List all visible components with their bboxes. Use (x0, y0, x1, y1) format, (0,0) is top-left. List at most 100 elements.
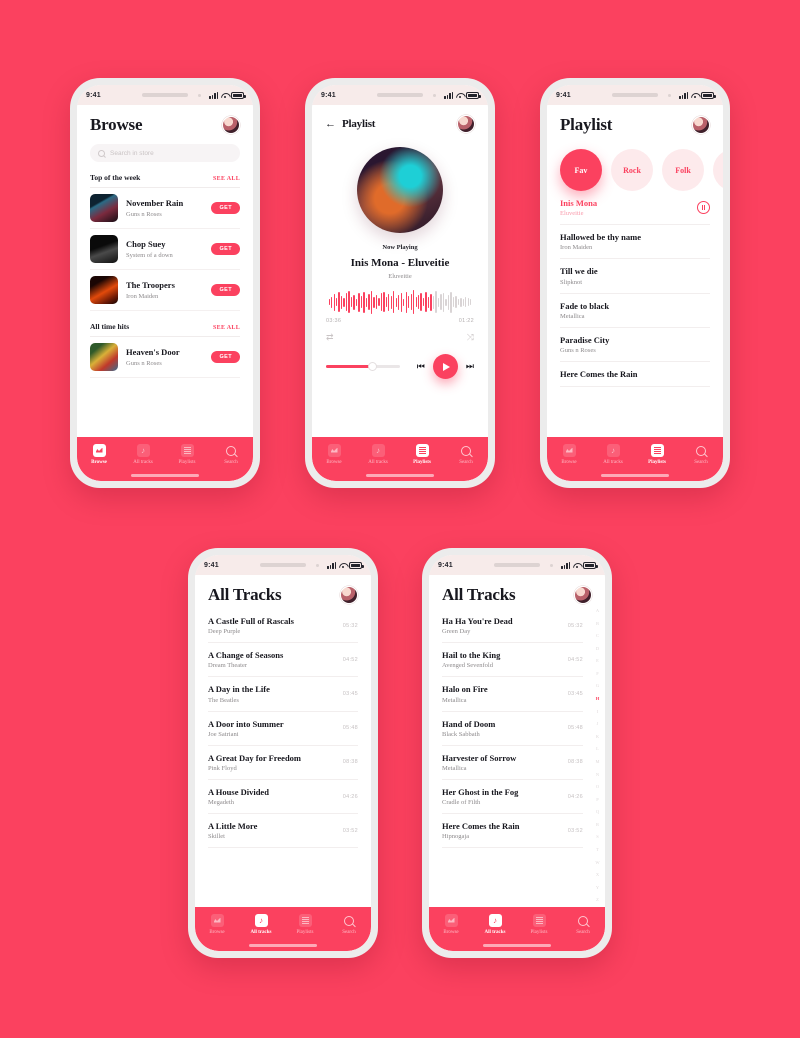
alphabet-index-letter[interactable]: Y (596, 885, 599, 891)
alphabet-index-letter[interactable]: E (596, 659, 599, 664)
tab-browse[interactable]: Browse (547, 444, 591, 465)
track-row[interactable]: Chop Suey System of a down GET (90, 229, 240, 270)
track-row[interactable]: The Troopers Iron Maiden GET (90, 270, 240, 311)
alphabet-index-letter[interactable]: G (596, 684, 599, 689)
alphabet-index-letter[interactable]: N (596, 772, 599, 778)
track-row[interactable]: A Day in the Life The Beatles 03:45 (208, 677, 358, 712)
music-note-icon: ♪ (488, 914, 502, 927)
category-chip-rock[interactable]: Rock (611, 149, 653, 191)
avatar[interactable] (457, 115, 475, 133)
tab-search[interactable]: Search (561, 914, 605, 935)
shuffle-icon[interactable]: ⤨ (467, 333, 474, 342)
tab-browse[interactable]: Browse (195, 914, 239, 935)
avatar[interactable] (340, 586, 358, 604)
avatar[interactable] (692, 116, 710, 134)
waveform-seekbar[interactable] (325, 290, 475, 314)
back-arrow-icon[interactable]: ← (325, 118, 336, 130)
avatar[interactable] (222, 116, 240, 134)
track-row[interactable]: Halo on Fire Metallica 03:45 (442, 677, 583, 712)
category-chip-fav[interactable]: Fav (560, 149, 602, 191)
alphabet-index-letter[interactable]: J (597, 722, 599, 727)
next-icon[interactable]: ⏭ (466, 362, 474, 371)
avatar[interactable] (574, 586, 592, 604)
see-all-link[interactable]: SEE ALL (213, 325, 240, 331)
alphabet-index-letter[interactable]: Q (596, 810, 599, 815)
previous-icon[interactable]: ⏮ (417, 362, 425, 371)
playlist-row[interactable]: Fade to black Metallica (560, 294, 710, 328)
alphabet-index-letter[interactable]: P (596, 797, 599, 803)
tab-playlists[interactable]: Playlists (635, 444, 679, 465)
track-row[interactable]: A Little More Skillet 03:52 (208, 814, 358, 849)
alphabet-index-letter[interactable]: I (597, 709, 599, 715)
alphabet-index-letter[interactable]: L (596, 747, 599, 752)
tab-search[interactable]: Search (327, 914, 371, 935)
tab-all-tracks[interactable]: ♪ All tracks (356, 444, 400, 465)
playlist-header: Playlist (547, 105, 723, 139)
alphabet-index-letter[interactable]: H (596, 697, 600, 702)
waveform-bar (442, 292, 445, 312)
tab-search[interactable]: Search (209, 444, 253, 465)
track-duration: 04:52 (342, 656, 358, 663)
get-button[interactable]: GET (211, 351, 240, 363)
get-button[interactable]: GET (211, 243, 240, 255)
alphabet-index-letter[interactable]: B (596, 621, 599, 627)
tab-playlists[interactable]: Playlists (165, 444, 209, 465)
track-row[interactable]: A Door into Summer Joe Satriani 05:48 (208, 712, 358, 746)
playlist-row[interactable]: Inis Mona Eluveitie (560, 191, 710, 226)
alphabet-index[interactable]: A B C D E F G H I J K L M N O P Q R S T W X Y Z (593, 608, 602, 903)
alphabet-index-letter[interactable]: T (596, 847, 599, 853)
track-row[interactable]: Hand of Doom Black Sabbath 05:48 (442, 712, 583, 746)
tab-browse[interactable]: Browse (312, 444, 356, 465)
tab-all-tracks[interactable]: ♪ All tracks (473, 914, 517, 935)
tab-browse[interactable]: Browse (77, 444, 121, 465)
pause-button[interactable] (697, 201, 710, 215)
play-button[interactable] (432, 354, 458, 379)
tab-all-tracks[interactable]: ♪ All tracks (121, 444, 165, 465)
tab-browse[interactable]: Browse (429, 914, 473, 935)
get-button[interactable]: GET (211, 202, 240, 214)
track-row[interactable]: November Rain Guns n Roses GET (90, 188, 240, 229)
repeat-icon[interactable]: ⇄ (326, 333, 334, 342)
search-input[interactable]: Search in store (90, 144, 240, 162)
alphabet-index-letter[interactable]: W (595, 860, 599, 866)
playlist-row[interactable]: Here Comes the Rain (560, 362, 710, 388)
track-row[interactable]: A House Divided Megadeth 04:26 (208, 780, 358, 815)
alphabet-index-letter[interactable]: K (596, 734, 599, 740)
alphabet-index-letter[interactable]: D (596, 646, 599, 652)
search-icon (98, 149, 105, 157)
volume-knob[interactable] (368, 362, 377, 371)
category-chip-next[interactable] (713, 149, 723, 191)
get-button[interactable]: GET (211, 284, 240, 296)
tab-all-tracks[interactable]: ♪ All tracks (239, 914, 283, 935)
alphabet-index-letter[interactable]: M (595, 759, 599, 765)
alphabet-index-letter[interactable]: S (596, 835, 599, 840)
track-row[interactable]: Her Ghost in the Fog Cradle of Filth 04:… (442, 780, 583, 815)
alphabet-index-letter[interactable]: A (596, 608, 599, 614)
track-row[interactable]: Ha Ha You're Dead Green Day 05:32 (442, 609, 583, 644)
tab-playlists[interactable]: Playlists (400, 444, 444, 465)
track-row[interactable]: Hail to the King Avenged Sevenfold 04:52 (442, 643, 583, 678)
track-row[interactable]: A Change of Seasons Dream Theater 04:52 (208, 643, 358, 678)
tab-search[interactable]: Search (679, 444, 723, 465)
tab-playlists[interactable]: Playlists (283, 914, 327, 935)
alphabet-index-letter[interactable]: O (596, 785, 599, 790)
playlist-row[interactable]: Paradise City Guns n Roses (560, 328, 710, 362)
track-row[interactable]: Heaven's Door Guns n Roses GET (90, 337, 240, 378)
track-row[interactable]: A Castle Full of Rascals Deep Purple 05:… (208, 609, 358, 644)
tab-playlists[interactable]: Playlists (517, 914, 561, 935)
playlist-row[interactable]: Till we die Slipknot (560, 259, 710, 294)
alphabet-index-letter[interactable]: F (596, 671, 599, 677)
tab-all-tracks[interactable]: ♪ All tracks (591, 444, 635, 465)
track-row[interactable]: Here Comes the Rain Hipnogaja 03:52 (442, 814, 583, 849)
volume-slider[interactable] (326, 362, 400, 371)
alphabet-index-letter[interactable]: R (596, 822, 599, 828)
track-row[interactable]: A Great Day for Freedom Pink Floyd 08:38 (208, 746, 358, 780)
track-row[interactable]: Harvester of Sorrow Metallica 08:38 (442, 746, 583, 780)
playlist-row[interactable]: Hallowed be thy name Iron Maiden (560, 225, 710, 260)
category-chip-folk[interactable]: Folk (662, 149, 704, 191)
alphabet-index-letter[interactable]: C (596, 634, 599, 639)
see-all-link[interactable]: SEE ALL (213, 176, 240, 182)
alphabet-index-letter[interactable]: X (596, 873, 599, 878)
tab-search[interactable]: Search (444, 444, 488, 465)
alphabet-index-letter[interactable]: Z (596, 898, 599, 903)
